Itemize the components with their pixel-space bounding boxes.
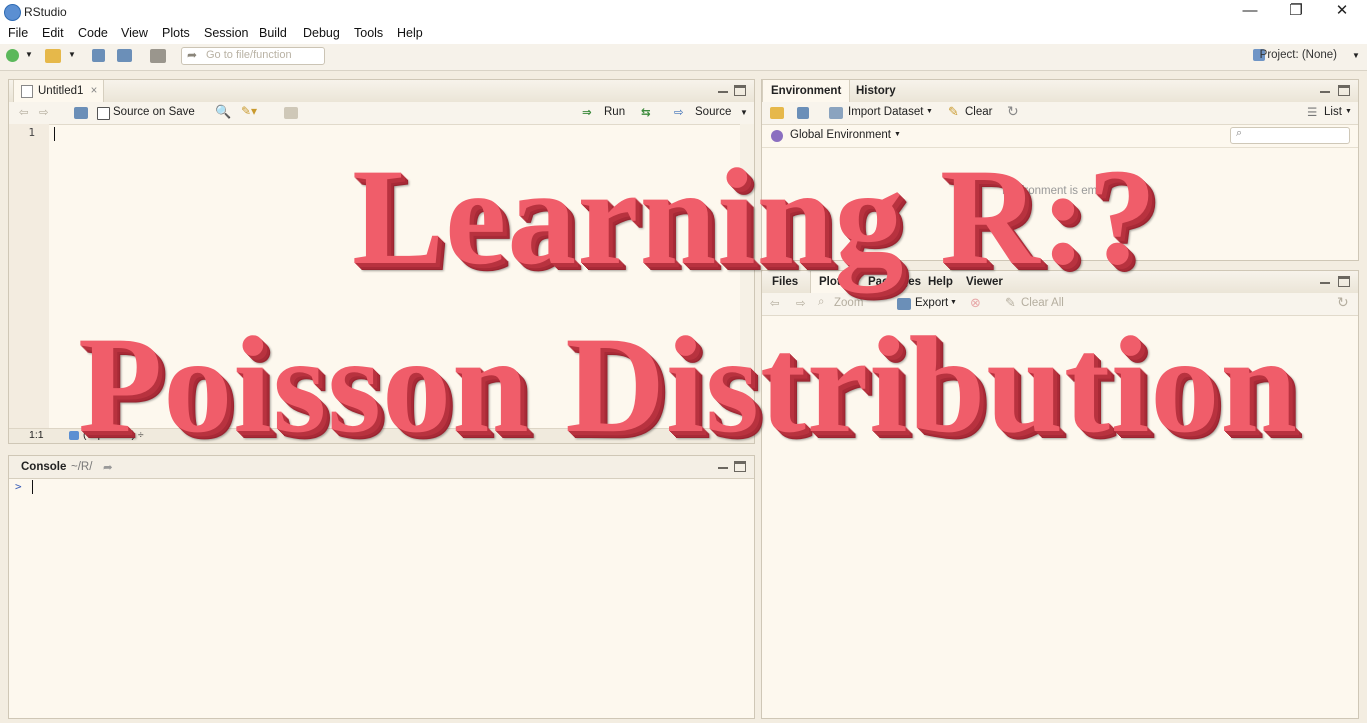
overlay-title-line2: Poisson Distribution	[78, 308, 1299, 461]
line-gutter: 1	[9, 124, 49, 429]
environment-toolbar: Import Dataset ▼ ✎ Clear ↻ ☰ List ▼	[762, 102, 1358, 125]
chevron-down-icon[interactable]: ▼	[894, 131, 901, 138]
maximize-pane-icon[interactable]	[734, 461, 746, 472]
minimize-pane-icon[interactable]	[718, 85, 728, 93]
forward-arrow-icon[interactable]: ⇨	[39, 105, 49, 119]
goto-arrow-icon: ➦	[187, 48, 198, 62]
menu-tools[interactable]: Tools	[354, 26, 383, 40]
print-icon[interactable]	[150, 49, 166, 63]
goto-file-input[interactable]: ➦ Go to file/function	[181, 47, 325, 65]
menu-plots[interactable]: Plots	[162, 26, 190, 40]
close-button[interactable]: ✕	[1319, 0, 1365, 24]
new-file-icon[interactable]	[6, 49, 19, 62]
console-input[interactable]	[9, 478, 754, 718]
menu-build[interactable]: Build	[259, 26, 287, 40]
run-button[interactable]: Run	[604, 106, 625, 118]
tab-untitled1[interactable]: Untitled1 ×	[13, 80, 105, 102]
menu-debug[interactable]: Debug	[303, 26, 340, 40]
rstudio-logo-icon	[4, 4, 21, 21]
chevron-down-icon[interactable]: ▼	[25, 50, 33, 59]
back-arrow-icon[interactable]: ⇦	[19, 105, 29, 119]
search-icon[interactable]: 🔍	[215, 104, 231, 120]
environment-header: Environment History	[762, 80, 1358, 103]
r-file-icon	[21, 85, 33, 98]
editor-toolbar: ⇦ ⇨ Source on Save 🔍 ✎▾ ⇒ Run ⇆ ⇨ Source…	[9, 102, 754, 125]
minimize-pane-icon[interactable]	[1320, 276, 1330, 284]
cursor-position: 1:1	[29, 429, 44, 441]
overlay-title-line1: Learning R:?	[352, 140, 1158, 293]
tab-label: Untitled1	[38, 85, 84, 97]
clear-button[interactable]: Clear	[965, 106, 992, 118]
source-on-save-checkbox[interactable]	[97, 107, 110, 120]
console-pane: Console ~/R/ ➦ >	[8, 455, 755, 719]
menu-file[interactable]: File	[8, 26, 28, 40]
run-arrow-icon: ⇒	[582, 107, 592, 119]
maximize-pane-icon[interactable]	[1338, 276, 1350, 287]
menu-view[interactable]: View	[121, 26, 148, 40]
restore-button[interactable]: ❐	[1273, 0, 1319, 24]
broom-icon: ✎	[948, 104, 959, 119]
chevron-down-icon[interactable]: ▼	[950, 299, 957, 306]
console-path: ~/R/	[71, 461, 93, 473]
tab-environment[interactable]: Environment	[762, 80, 851, 102]
load-workspace-icon[interactable]	[770, 107, 784, 119]
rerun-icon[interactable]: ⇆	[641, 105, 651, 119]
chevron-down-icon[interactable]: ▼	[926, 108, 933, 115]
minimize-button[interactable]: —	[1227, 0, 1273, 24]
list-view-button[interactable]: List	[1324, 106, 1342, 118]
maximize-pane-icon[interactable]	[1338, 85, 1350, 96]
search-icon: ⌕	[1236, 127, 1243, 139]
list-view-icon: ☰	[1307, 107, 1318, 119]
project-menu[interactable]: Project: (None)	[1260, 49, 1337, 61]
tab-history[interactable]: History	[848, 80, 904, 102]
minimize-pane-icon[interactable]	[718, 461, 728, 469]
chevron-down-icon[interactable]: ▼	[1352, 51, 1360, 60]
outline-icon[interactable]	[284, 107, 298, 119]
window-title: RStudio	[24, 5, 67, 19]
menu-bar: File Edit Code View Plots Session Build …	[0, 24, 1367, 44]
console-tab[interactable]: Console	[21, 461, 66, 473]
line-number: 1	[28, 126, 35, 139]
title-bar: RStudio — ❐ ✕	[0, 0, 1367, 24]
source-pane-header: Untitled1 ×	[9, 80, 754, 103]
save-workspace-icon[interactable]	[797, 107, 809, 119]
goto-placeholder: Go to file/function	[206, 49, 292, 61]
menu-session[interactable]: Session	[204, 26, 248, 40]
menu-help[interactable]: Help	[397, 26, 423, 40]
source-button[interactable]: Source	[695, 106, 731, 118]
console-goto-dir-icon[interactable]: ➦	[103, 460, 113, 474]
save-icon[interactable]	[92, 49, 105, 62]
save-all-icon[interactable]	[117, 49, 132, 62]
save-icon[interactable]	[74, 107, 88, 119]
menu-code[interactable]: Code	[78, 26, 108, 40]
refresh-icon[interactable]: ↻	[1007, 103, 1019, 120]
chevron-down-icon[interactable]: ▼	[1345, 108, 1352, 115]
source-on-save-label: Source on Save	[113, 106, 195, 118]
import-dataset-button[interactable]: Import Dataset	[848, 106, 923, 118]
open-folder-icon[interactable]	[45, 49, 61, 63]
maximize-pane-icon[interactable]	[734, 85, 746, 96]
chevron-down-icon[interactable]: ▼	[740, 108, 748, 117]
magic-wand-icon[interactable]: ✎▾	[241, 104, 257, 118]
menu-edit[interactable]: Edit	[42, 26, 64, 40]
environment-search-input[interactable]: ⌕	[1230, 127, 1350, 144]
import-dataset-icon	[829, 107, 843, 119]
main-toolbar: ▼ ▼ ➦ Go to file/function Project: (None…	[0, 44, 1367, 71]
refresh-icon[interactable]: ↻	[1337, 294, 1349, 311]
chevron-down-icon[interactable]: ▼	[68, 50, 76, 59]
close-tab-icon[interactable]: ×	[91, 80, 98, 102]
source-arrow-icon: ⇨	[674, 107, 684, 119]
minimize-pane-icon[interactable]	[1320, 85, 1330, 93]
